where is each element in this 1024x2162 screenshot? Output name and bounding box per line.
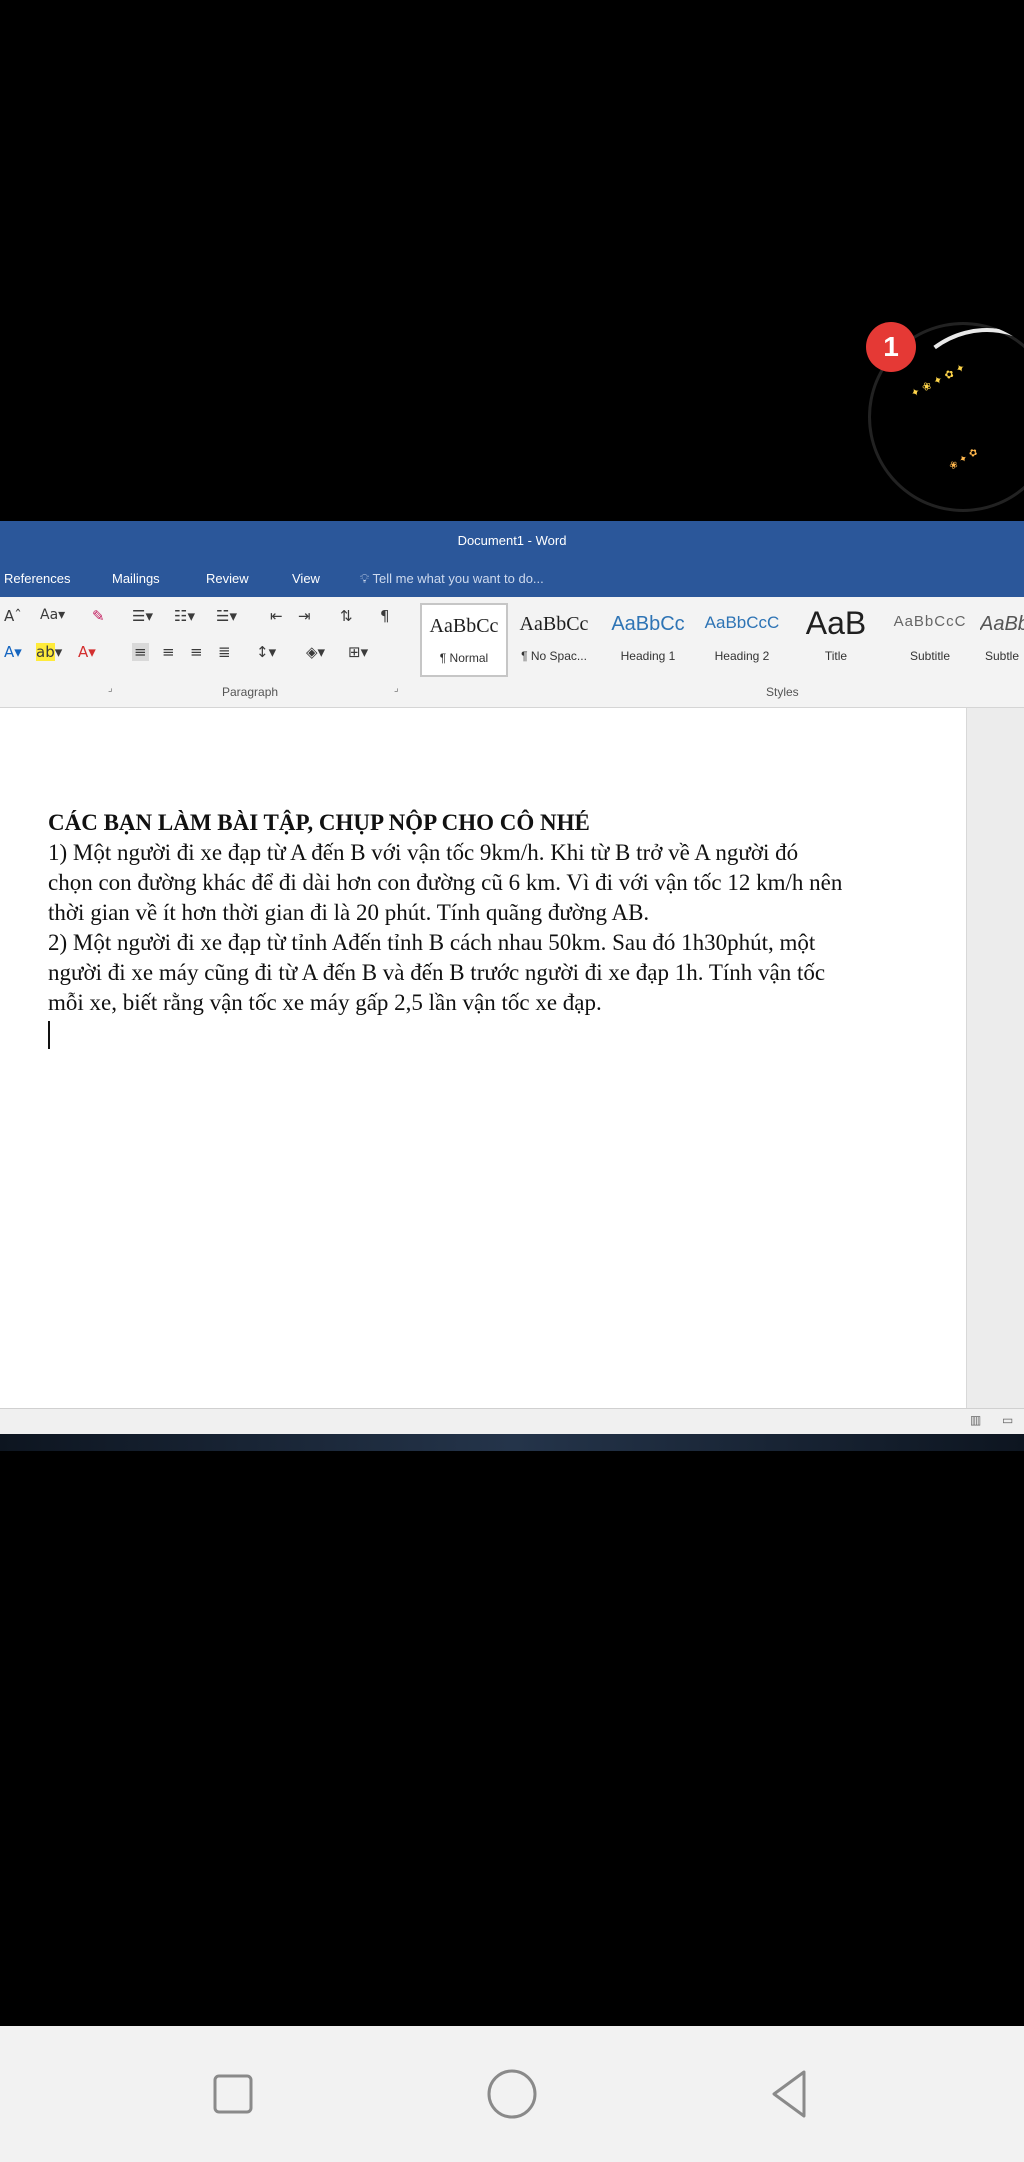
- style-title[interactable]: AaB Title: [792, 603, 880, 673]
- style-name: Heading 1: [620, 649, 676, 663]
- recent-apps-icon[interactable]: [203, 2064, 263, 2124]
- style-sample: AaB: [805, 605, 867, 641]
- document-heading: CÁC BẠN LÀM BÀI TẬP, CHỤP NỘP CHO CÔ NHÉ: [48, 810, 590, 835]
- style-sample: AaBb: [980, 613, 1024, 635]
- highlight-icon[interactable]: ab▾: [36, 643, 62, 661]
- style-sample: AaBbCcC: [704, 613, 780, 632]
- shading-icon[interactable]: ◈▾: [306, 643, 325, 661]
- home-icon[interactable]: [482, 2064, 542, 2124]
- numbering-icon[interactable]: ☷▾: [174, 607, 195, 625]
- lightbulb-icon: 💡︎: [360, 571, 370, 586]
- title-bar: Document1 - Word: [0, 521, 1024, 561]
- align-center-icon[interactable]: ≡: [162, 643, 175, 661]
- style-subtle[interactable]: AaBb Subtle: [980, 603, 1024, 673]
- style-heading-1[interactable]: AaBbCc Heading 1: [604, 603, 692, 673]
- style-no-spacing[interactable]: AaBbCc ¶ No Spac...: [510, 603, 598, 673]
- style-name: ¶ Normal: [439, 651, 489, 665]
- document-body[interactable]: CÁC BẠN LÀM BÀI TẬP, CHỤP NỘP CHO CÔ NHÉ…: [48, 808, 848, 1049]
- ribbon: Aˆ Aa▾ ✎ A▾ ab▾ A▾ ☰▾ ☷▾ ☱▾ ⇤ ⇥ ⇅ ¶ ≡ ≡ …: [0, 597, 1024, 708]
- paragraph-1: 1) Một người đi xe đạp từ A đến B với vậ…: [48, 840, 843, 925]
- style-name: Subtle: [984, 649, 1020, 663]
- font-case-label: Aa: [40, 607, 59, 623]
- vertical-scrollbar[interactable]: [966, 708, 1024, 1408]
- window-title: Document1 - Word: [457, 533, 567, 548]
- group-label-paragraph: Paragraph: [222, 685, 279, 699]
- group-label-styles: Styles: [766, 685, 799, 699]
- android-navbar: [0, 2026, 1024, 2162]
- video-top-area: [0, 0, 1024, 521]
- paragraph-dialog-launcher-icon[interactable]: ⌟: [394, 683, 399, 694]
- style-name: Subtitle: [909, 649, 951, 663]
- style-name: Heading 2: [714, 649, 770, 663]
- ribbon-tabs: References Mailings Review View 💡︎ Tell …: [0, 561, 1024, 597]
- style-normal[interactable]: AaBbCc ¶ Normal: [420, 603, 508, 677]
- style-sample: AaBbCc: [611, 613, 685, 635]
- tell-me-text: Tell me what you want to do...: [372, 571, 544, 586]
- bullets-icon[interactable]: ☰▾: [132, 607, 153, 625]
- sort-icon[interactable]: ⇅: [340, 607, 353, 625]
- justify-icon[interactable]: ≣: [218, 643, 231, 661]
- style-subtitle[interactable]: AaBbCcC Subtitle: [886, 603, 974, 673]
- multilevel-list-icon[interactable]: ☱▾: [216, 607, 237, 625]
- borders-icon[interactable]: ⊞▾: [348, 643, 368, 661]
- tab-references[interactable]: References: [4, 571, 70, 586]
- style-name: ¶ No Spac...: [521, 649, 587, 663]
- document-page[interactable]: CÁC BẠN LÀM BÀI TẬP, CHỤP NỘP CHO CÔ NHÉ…: [0, 708, 966, 1408]
- document-area: CÁC BẠN LÀM BÀI TẬP, CHỤP NỘP CHO CÔ NHÉ…: [0, 708, 1024, 1408]
- video-bottom-area: [0, 1451, 1024, 2026]
- decrease-indent-icon[interactable]: ⇤: [270, 607, 283, 625]
- style-name: Title: [824, 649, 848, 663]
- align-right-icon[interactable]: ≡: [190, 643, 203, 661]
- paragraph-2: 2) Một người đi xe đạp từ tỉnh Ađến tỉnh…: [48, 930, 826, 1015]
- style-heading-2[interactable]: AaBbCcC Heading 2: [698, 603, 786, 673]
- text-effects-icon[interactable]: A▾: [4, 643, 22, 661]
- tell-me-box[interactable]: 💡︎ Tell me what you want to do...: [360, 571, 544, 587]
- read-mode-icon[interactable]: ▥: [970, 1413, 981, 1427]
- font-color-icon[interactable]: A▾: [78, 643, 96, 661]
- grow-font-icon[interactable]: Aˆ: [4, 607, 22, 625]
- style-sample: AaBbCcC: [893, 613, 967, 630]
- back-icon[interactable]: [760, 2064, 820, 2124]
- pilcrow-icon[interactable]: ¶: [380, 607, 390, 625]
- align-left-icon[interactable]: ≡: [132, 643, 149, 661]
- text-cursor: [48, 1020, 50, 1049]
- tab-mailings[interactable]: Mailings: [112, 571, 160, 586]
- status-bar: ▥ ▭: [0, 1408, 1024, 1435]
- font-case-button[interactable]: Aa▾: [40, 607, 65, 623]
- line-spacing-icon[interactable]: ↕▾: [256, 643, 276, 661]
- font-dialog-launcher-icon[interactable]: ⌟: [108, 683, 113, 694]
- style-sample: AaBbCc: [429, 615, 499, 637]
- tab-view[interactable]: View: [292, 571, 320, 586]
- style-sample: AaBbCc: [519, 613, 589, 635]
- print-layout-icon[interactable]: ▭: [1002, 1413, 1013, 1427]
- word-window: Document1 - Word References Mailings Rev…: [0, 521, 1024, 1481]
- styles-gallery: AaBbCc ¶ Normal AaBbCc ¶ No Spac... AaBb…: [416, 603, 1024, 677]
- increase-indent-icon[interactable]: ⇥: [298, 607, 311, 625]
- notification-badge[interactable]: 1: [866, 322, 916, 372]
- clear-format-icon[interactable]: ✎: [92, 607, 105, 625]
- tab-review[interactable]: Review: [206, 571, 249, 586]
